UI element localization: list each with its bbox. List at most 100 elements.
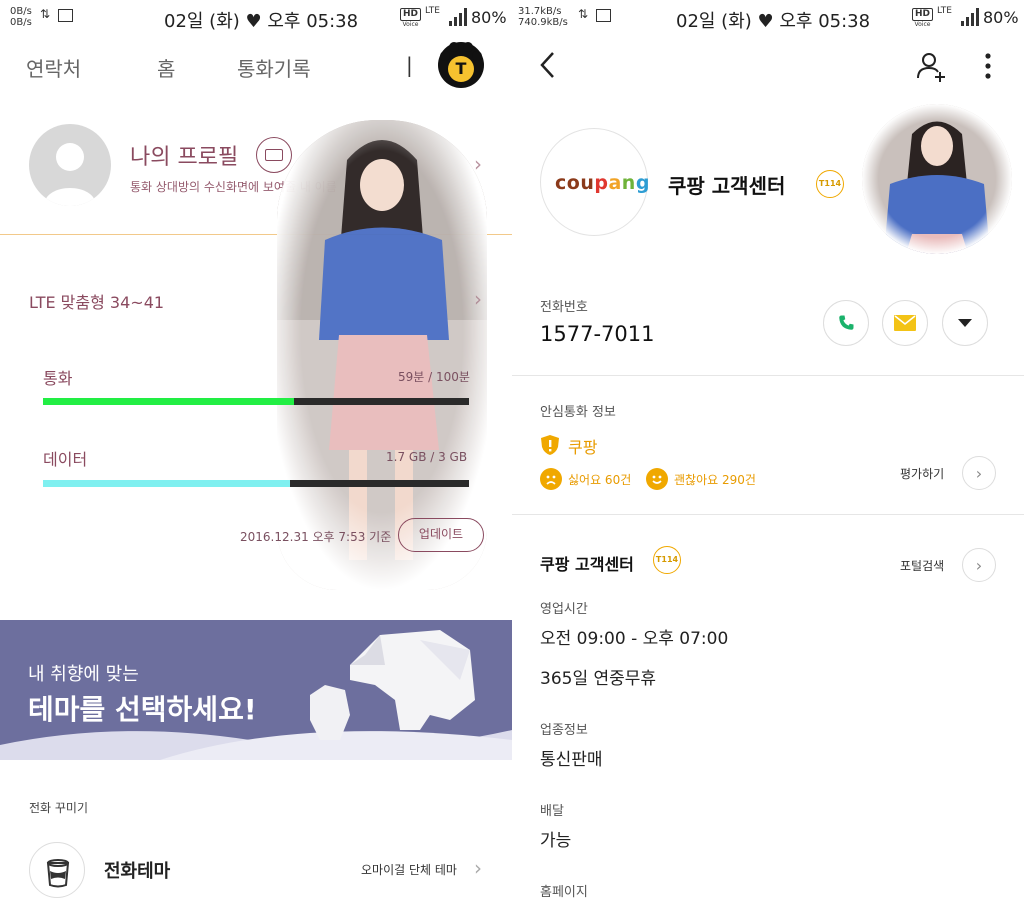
- divider: [512, 514, 1024, 515]
- back-arrow-icon: [540, 52, 554, 78]
- company-logo: coupang: [540, 128, 650, 236]
- dislike-count: 싫어요 60건: [568, 473, 632, 487]
- t114-badge: T114: [653, 546, 681, 574]
- business-label: 업종정보: [540, 723, 588, 738]
- network-speed: 0B/s 0B/s: [10, 6, 32, 28]
- update-timestamp: 2016.12.31 오후 7:53 기준: [240, 530, 392, 544]
- phone-icon: [839, 315, 854, 330]
- add-contact-button[interactable]: [916, 50, 948, 86]
- envelope-icon: [894, 315, 916, 331]
- shield-warning-icon: [540, 434, 560, 460]
- hours-note: 365일 연중무휴: [540, 669, 657, 689]
- divider: [512, 375, 1024, 376]
- signal-icon: [961, 8, 979, 26]
- phone-label: 전화번호: [540, 300, 588, 315]
- update-button[interactable]: 업데이트: [398, 518, 484, 552]
- message-button[interactable]: [882, 300, 928, 346]
- theme-photo: [862, 104, 1012, 254]
- phone-theme-title[interactable]: 전화테마: [104, 857, 170, 883]
- chevron-right-icon[interactable]: ›: [474, 287, 482, 311]
- tab-call-log[interactable]: 통화기록: [237, 53, 311, 82]
- portal-search-button[interactable]: ›: [962, 548, 996, 582]
- section-title: 쿠팡 고객센터: [540, 555, 634, 574]
- banner-line1: 내 취향에 맞는: [28, 664, 139, 685]
- data-usage-fill: [43, 480, 291, 487]
- more-options-button[interactable]: [984, 52, 992, 84]
- safe-call-label: 안심통화 정보: [540, 405, 616, 420]
- battery-percent: 80%: [471, 8, 507, 27]
- hd-voice-label: Voice: [402, 21, 419, 28]
- hours-value: 오전 09:00 - 오후 07:00: [540, 629, 729, 649]
- data-usage-bar: [43, 480, 469, 487]
- id-card-icon[interactable]: [256, 137, 292, 173]
- banner-line2: 테마를 선택하세요!: [28, 693, 257, 726]
- theme-photo-illustration: [862, 104, 1012, 254]
- profile-title[interactable]: 나의 프로필: [130, 139, 238, 171]
- t-logo-button[interactable]: T: [438, 42, 484, 88]
- rate-button[interactable]: ›: [962, 456, 996, 490]
- chevron-right-icon: ›: [975, 463, 983, 483]
- battery-percent: 80%: [983, 8, 1019, 27]
- upload-speed: 31.7kB/s: [518, 6, 562, 17]
- lte-label: LTE: [425, 6, 440, 16]
- contact-detail-screen: 31.7kB/s 740.9kB/s ⇅ 02일 (화) ♥ 오후 05:38 …: [512, 0, 1024, 911]
- like-count: 괜찮아요 290건: [674, 473, 756, 487]
- call-usage-fill: [43, 398, 295, 405]
- tab-divider: |: [406, 53, 413, 77]
- call-button[interactable]: [823, 300, 869, 346]
- phone-number[interactable]: 1577-7011: [540, 322, 654, 346]
- hd-voice-icon: HD Voice: [912, 8, 934, 28]
- upload-speed: 0B/s: [10, 6, 32, 17]
- person-silhouette-icon: [44, 143, 96, 206]
- add-person-icon: [917, 53, 945, 82]
- paint-bucket-icon: [29, 842, 85, 898]
- expand-button[interactable]: [942, 300, 988, 346]
- status-time: 02일 (화) ♥ 오후 05:38: [676, 11, 871, 32]
- call-usage-bar: [43, 398, 469, 405]
- download-speed: 740.9kB/s: [518, 17, 568, 28]
- gallery-icon: [596, 9, 611, 22]
- homepage-label: 홈페이지: [540, 885, 588, 900]
- status-time: 02일 (화) ♥ 오후 05:38: [164, 11, 359, 32]
- portal-search-label[interactable]: 포털검색: [900, 557, 944, 574]
- t114-badge: T114: [816, 170, 844, 198]
- data-transfer-icon: ⇅: [40, 7, 51, 21]
- chevron-right-icon[interactable]: ›: [474, 856, 482, 880]
- tab-contacts[interactable]: 연락처: [26, 53, 81, 82]
- call-usage-value: 59분 / 100분: [398, 370, 470, 384]
- frown-face-icon: [540, 468, 562, 490]
- signal-icon: [449, 8, 467, 26]
- hd-voice-label: Voice: [914, 21, 931, 28]
- home-screen: 0B/s 0B/s ⇅ 02일 (화) ♥ 오후 05:38 HD Voice …: [0, 0, 512, 911]
- coupang-wordmark: coupang: [555, 172, 650, 194]
- data-transfer-icon: ⇅: [578, 7, 589, 21]
- tab-home[interactable]: 홈: [157, 53, 175, 82]
- gallery-icon: [58, 9, 73, 22]
- business-value: 통신판매: [540, 750, 603, 770]
- smile-face-icon: [646, 468, 668, 490]
- hours-label: 영업시간: [540, 602, 588, 617]
- t-logo-letter: T: [448, 56, 474, 82]
- call-usage-label: 통화: [43, 369, 73, 388]
- data-usage-value: 1.7 GB / 3 GB: [386, 450, 468, 464]
- rate-label[interactable]: 평가하기: [900, 465, 944, 482]
- company-name: 쿠팡 고객센터: [668, 174, 786, 198]
- decorate-section-title: 전화 꾸미기: [29, 801, 89, 815]
- data-usage-label: 데이터: [43, 450, 88, 469]
- back-button[interactable]: [538, 50, 556, 84]
- safe-call-name: 쿠팡: [568, 438, 598, 457]
- delivery-label: 배달: [540, 804, 564, 819]
- lte-label: LTE: [937, 6, 952, 16]
- phone-theme-value[interactable]: 오마이걸 단체 테마: [361, 861, 457, 878]
- hd-label: HD: [912, 8, 934, 21]
- hd-voice-icon: HD Voice: [400, 8, 422, 28]
- chevron-right-icon: ›: [975, 555, 983, 575]
- plan-name[interactable]: LTE 맞춤형 34~41: [29, 289, 164, 313]
- more-vertical-icon: [985, 53, 991, 79]
- delivery-value: 가능: [540, 831, 572, 851]
- theme-banner[interactable]: 내 취향에 맞는 테마를 선택하세요!: [0, 620, 512, 760]
- hd-label: HD: [400, 8, 422, 21]
- caret-down-icon: [958, 319, 972, 327]
- profile-avatar[interactable]: [29, 124, 111, 206]
- network-speed: 31.7kB/s 740.9kB/s: [518, 6, 568, 28]
